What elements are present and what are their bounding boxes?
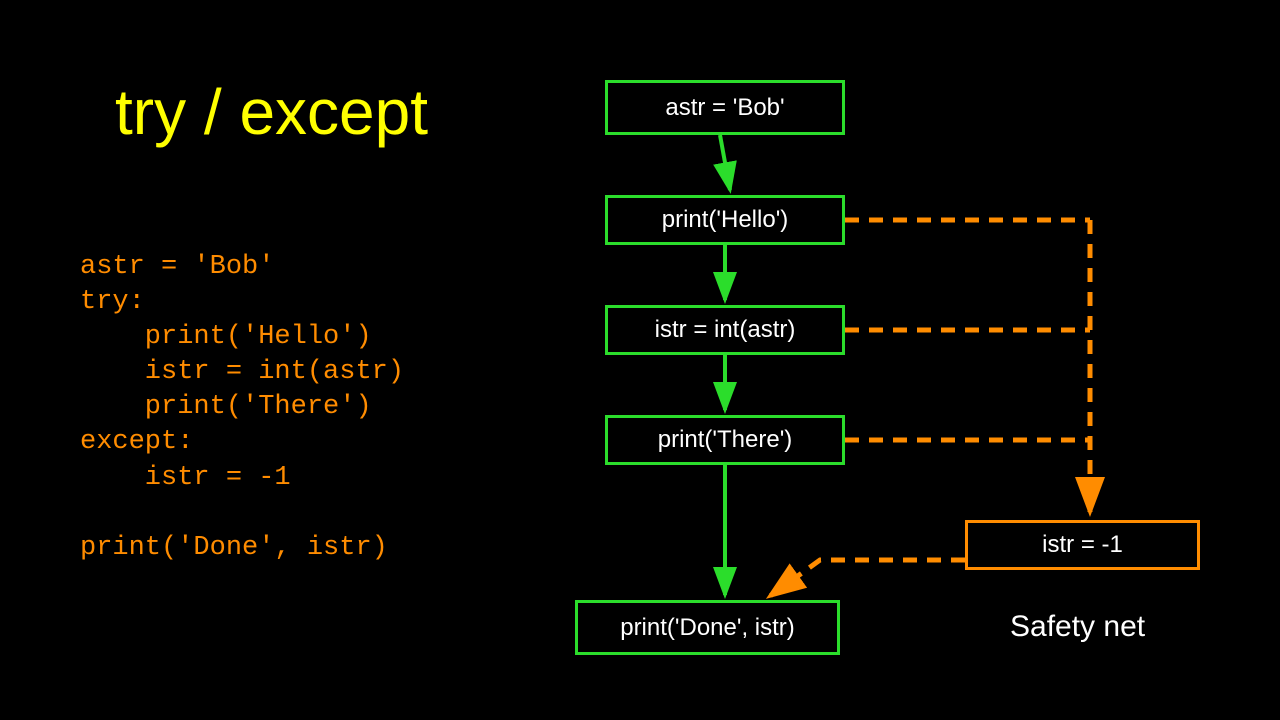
flow-box-istr-neg1: istr = -1	[965, 520, 1200, 570]
code-block: astr = 'Bob' try: print('Hello') istr = …	[80, 250, 404, 566]
slide-title: try / except	[115, 75, 428, 149]
flow-box-hello: print('Hello')	[605, 195, 845, 245]
flow-box-done: print('Done', istr)	[575, 600, 840, 655]
flow-box-int: istr = int(astr)	[605, 305, 845, 355]
safety-net-label: Safety net	[1010, 610, 1145, 644]
flow-box-astr: astr = 'Bob'	[605, 80, 845, 135]
flow-box-there: print('There')	[605, 415, 845, 465]
